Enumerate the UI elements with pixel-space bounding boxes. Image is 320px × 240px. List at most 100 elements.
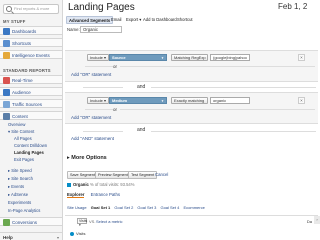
sidebar-item-dashboards[interactable]: Dashboards [0, 26, 62, 35]
chart-legend: Visits [70, 231, 85, 236]
divider [83, 87, 123, 88]
divider [85, 66, 113, 67]
date-range[interactable]: Feb 1, 2 [278, 2, 307, 11]
legend-dot-icon [70, 231, 74, 236]
page-title: Landing Pages [68, 2, 135, 13]
tree-overview[interactable]: Overview [8, 122, 25, 127]
content-icon [3, 113, 10, 120]
and-connector: and [137, 84, 146, 90]
dimension-select[interactable]: Source ▼ [109, 54, 167, 61]
tab-add-to-dashboard[interactable]: Add to Dashboard [141, 16, 179, 24]
goal-set-tabs: Site Usage Goal Set 1 Goal Set 2 Goal Se… [67, 205, 208, 210]
tree-landing-pages[interactable]: Landing Pages [14, 150, 44, 155]
condition-value-input[interactable]: (google|bing|yahoo [210, 54, 250, 61]
more-options-toggle[interactable]: ▸ More Options [67, 155, 107, 161]
metric-select[interactable]: Visits ▾ [77, 218, 87, 227]
tab-ecommerce[interactable]: Ecommerce [183, 205, 204, 210]
sidebar-item-shortcuts[interactable]: Shortcuts [0, 38, 62, 47]
sidebar-item-label: Traffic Sources [12, 101, 43, 107]
tab-email[interactable]: Email [109, 16, 123, 24]
my-stuff-heading: MY STUFF [3, 19, 26, 24]
remove-condition-button[interactable]: × [298, 97, 305, 104]
and-connector: and [137, 127, 146, 133]
condition-value-input[interactable]: organic [210, 97, 250, 104]
add-and-link[interactable]: Add "AND" statement [71, 136, 114, 141]
sidebar-item-conversions[interactable]: Conversions [0, 217, 62, 226]
cancel-link[interactable]: Cancel [155, 172, 168, 177]
or-connector: or [113, 106, 118, 112]
legend-label: Visits [76, 231, 86, 236]
tree-events[interactable]: ▸ Events [8, 184, 24, 189]
save-segment-button[interactable]: Save Segment [67, 171, 98, 179]
add-or-link[interactable]: Add "OR" statement [71, 115, 111, 120]
divider [120, 109, 315, 110]
tab-explorer[interactable]: Explorer [67, 192, 85, 198]
help-section[interactable]: Help ▾ [0, 232, 62, 240]
sidebar-item-label: Shortcuts [12, 40, 32, 46]
dashboards-icon [3, 28, 10, 35]
sidebar-item-label: Conversions [12, 219, 38, 225]
day-button[interactable]: Da [307, 219, 312, 224]
sidebar-item-audience[interactable]: Audience [0, 87, 62, 96]
segment-name-row: Name: Organic [67, 25, 122, 33]
match-type-select[interactable]: Matching RegExp [171, 54, 208, 61]
sidebar-item-label: Audience [12, 89, 31, 95]
dimension-select[interactable]: Medium ▼ [109, 97, 167, 104]
search-input[interactable]: Find reports & more [3, 4, 59, 14]
remove-condition-button[interactable]: × [298, 54, 305, 61]
tree-all-pages[interactable]: All Pages [14, 136, 32, 141]
chevron-down-icon: ▾ [56, 235, 59, 240]
segment-name: Organic [73, 182, 89, 187]
help-label: Help [3, 234, 13, 240]
tree-exit-pages[interactable]: Exit Pages [14, 157, 34, 162]
sidebar-item-label: Dashboards [12, 28, 37, 34]
segment-summary: Organic % of total visits: 93.54% [67, 182, 134, 187]
tab-goal-set-2[interactable]: Goal Set 2 [114, 205, 133, 210]
tab-shortcut[interactable]: Shortcut [175, 16, 195, 24]
tree-site-content[interactable]: ▾ Site Content [8, 129, 34, 134]
vs-label: VS. [89, 219, 96, 224]
search-placeholder: Find reports & more [14, 6, 50, 11]
select-metric-link[interactable]: Select a metric [96, 219, 122, 224]
search-icon [6, 6, 12, 12]
sidebar-item-content[interactable]: Content [0, 111, 62, 120]
divider [151, 87, 316, 88]
conversions-icon [3, 219, 10, 226]
segment-color-icon [67, 182, 71, 187]
main-content: Landing Pages Feb 1, 2 Advanced Segments… [63, 0, 320, 240]
match-type-select[interactable]: Exactly matching [171, 97, 208, 104]
name-label: Name: [67, 27, 80, 32]
tree-adsense[interactable]: ▸ AdSense [8, 192, 28, 197]
divider [120, 66, 315, 67]
metric-selector-row: Visits ▾ VS. Select a metric Da [65, 215, 318, 227]
tree-site-search[interactable]: ▸ Site Search [8, 176, 33, 181]
tab-goal-set-1[interactable]: Goal Set 1 [91, 205, 111, 210]
sidebar-item-traffic-sources[interactable]: Traffic Sources [0, 99, 62, 108]
sidebar-item-label: Real-Time [12, 77, 33, 83]
divider [83, 131, 123, 132]
sidebar-item-intelligence-events[interactable]: Intelligence Events [0, 50, 62, 59]
preview-segment-button[interactable]: Preview Segment [95, 171, 131, 179]
audience-icon [3, 89, 10, 96]
intelligence-events-icon [3, 52, 10, 59]
tree-experiments[interactable]: Experiments [8, 200, 31, 205]
include-select[interactable]: Include ▾ [87, 97, 109, 104]
divider [85, 109, 113, 110]
segment-name-input[interactable]: Organic [80, 25, 122, 33]
tab-entrance-paths[interactable]: Entrance Paths [91, 192, 120, 197]
tab-goal-set-3[interactable]: Goal Set 3 [137, 205, 156, 210]
tree-site-speed[interactable]: ▸ Site Speed [8, 168, 32, 173]
include-select[interactable]: Include ▾ [87, 54, 109, 61]
sidebar-item-real-time[interactable]: Real-Time [0, 75, 62, 84]
add-or-link[interactable]: Add "OR" statement [71, 72, 111, 77]
test-segment-button[interactable]: Test Segment [128, 171, 158, 179]
tab-goal-set-4[interactable]: Goal Set 4 [160, 205, 179, 210]
sidebar-item-label: Content [12, 113, 28, 119]
scroll-right-button[interactable]: › [314, 216, 320, 224]
chevron-down-icon: ▼ [161, 99, 164, 103]
tree-in-page-analytics[interactable]: In-Page Analytics [8, 208, 40, 213]
tree-content-drilldown[interactable]: Content Drilldown [14, 143, 47, 148]
explorer-tabs: Explorer Entrance Paths [67, 192, 125, 198]
tab-advanced-segments[interactable]: Advanced Segments [66, 16, 114, 24]
tab-site-usage[interactable]: Site Usage [67, 205, 87, 210]
